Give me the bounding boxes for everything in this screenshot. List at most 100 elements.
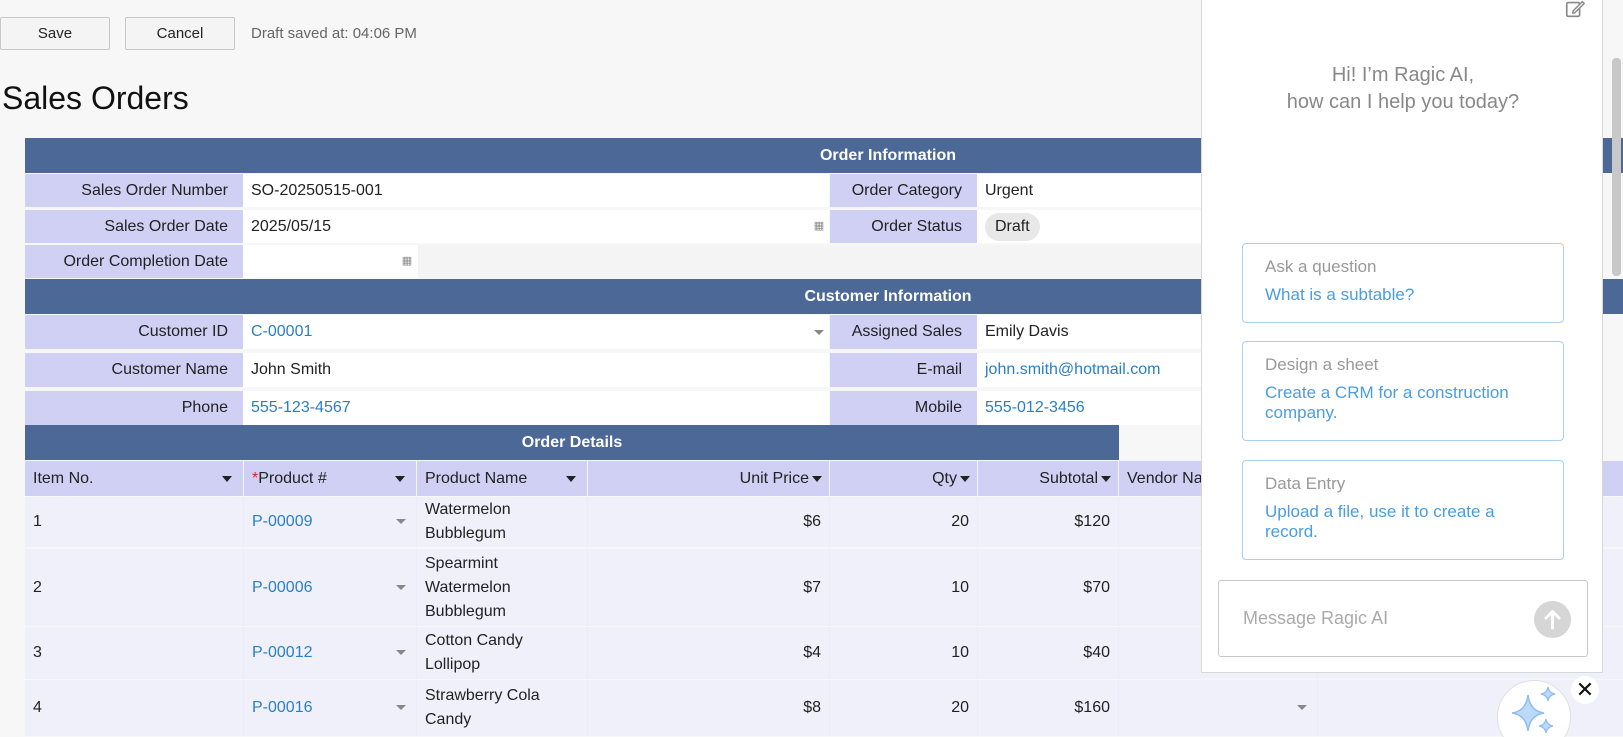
table-cell-subtotal[interactable]: $160 [978,680,1118,736]
sales-order-number-field[interactable]: SO-20250515-001 [243,174,829,207]
column-header-unit-price[interactable]: Unit Price [588,461,829,496]
scrollbar[interactable] [1612,58,1621,276]
section-title: Order Information [819,147,956,164]
chevron-down-icon[interactable] [396,705,406,710]
cell-text: 3 [33,644,42,661]
table-cell-qty[interactable]: 10 [830,549,977,626]
suggestion-card-ask-question[interactable]: Ask a question What is a subtable? [1242,243,1564,323]
email-link[interactable]: john.smith@hotmail.com [977,353,1201,387]
table-cell-subtotal[interactable]: $70 [978,549,1118,626]
close-ai-button[interactable]: ✕ [1571,676,1599,704]
table-cell-product-name[interactable]: Watermelon Bubblegum [417,497,587,547]
table-cell-subtotal[interactable]: $120 [978,497,1118,547]
sort-icon[interactable] [566,476,576,482]
card-text: Upload a file, use it to create a record… [1265,502,1495,541]
label-customer-name: Customer Name [25,353,243,387]
label-mobile: Mobile [830,391,977,425]
chevron-down-icon[interactable] [396,519,406,524]
draft-saved-status: Draft saved at: 04:06 PM [251,25,417,42]
calendar-icon[interactable]: ▦ [401,255,413,267]
assigned-sales-field[interactable]: Emily Davis [977,315,1201,349]
suggestion-card-data-entry[interactable]: Data Entry Upload a file, use it to crea… [1242,460,1564,560]
cell-text: $6 [803,513,821,530]
table-cell-product-name[interactable]: Cotton Candy Lollipop [417,627,587,679]
card-title: Design a sheet [1265,355,1379,374]
cell-text: Spearmint Watermelon Bubblegum [425,554,511,620]
section-header-order-details: Order Details [25,425,1119,460]
send-button[interactable] [1534,601,1571,638]
card-title: Data Entry [1265,474,1346,493]
table-cell-unit-price[interactable]: $4 [588,627,829,679]
customer-name-field[interactable]: John Smith [243,353,829,387]
page-title: Sales Orders [2,80,189,116]
column-title: Subtotal [1039,470,1098,487]
chevron-down-icon[interactable] [396,650,406,655]
suggestion-card-design-sheet[interactable]: Design a sheet Create a CRM for a constr… [1242,341,1564,441]
order-category-field[interactable]: Urgent [977,174,1201,207]
column-header-product-name[interactable]: Product Name [417,461,587,496]
table-cell-item-no[interactable]: 3 [25,627,243,679]
column-header-product-no[interactable]: *Product # [244,461,416,496]
column-header-item-no[interactable]: Item No. [25,461,243,496]
table-cell-product-no[interactable]: P-00009 [244,497,416,547]
cell-text: $7 [803,578,821,596]
cell-text: $160 [1074,699,1110,716]
table-cell-qty[interactable]: 10 [830,627,977,679]
cancel-button[interactable]: Cancel [125,17,235,50]
cell-text[interactable]: P-00012 [252,641,313,665]
table-cell-qty[interactable]: 20 [830,680,977,736]
phone-link[interactable]: 555-123-4567 [243,391,829,425]
cell-text: 1 [33,513,42,530]
save-button[interactable]: Save [0,17,110,50]
label-sales-order-number: Sales Order Number [25,174,243,207]
table-cell-vendor[interactable] [1119,680,1317,736]
ragic-ai-panel: Hi! I’m Ragic AI, how can I help you tod… [1201,0,1603,673]
cell-text: 20 [951,513,969,530]
table-cell-unit-price[interactable]: $6 [588,497,829,547]
table-cell-product-name[interactable]: Spearmint Watermelon Bubblegum [417,549,587,626]
cell-text[interactable]: P-00009 [252,510,313,534]
chevron-down-icon[interactable] [814,330,824,335]
customer-id-field[interactable]: C-00001 [243,315,829,349]
cell-text: 10 [951,578,969,596]
sort-icon[interactable] [395,476,405,482]
sales-order-date-field[interactable]: 2025/05/15 ▦ [243,210,829,243]
table-cell-product-name[interactable]: Strawberry Cola Candy [417,680,587,736]
message-input[interactable]: Message Ragic AI [1218,580,1588,657]
order-status-field[interactable]: Draft [977,210,1201,243]
sort-icon[interactable] [1101,476,1111,482]
chevron-down-icon[interactable] [1297,705,1307,710]
column-header-qty[interactable]: Qty [830,461,977,496]
new-chat-icon[interactable] [1564,0,1586,20]
table-cell-item-no[interactable]: 4 [25,680,243,736]
table-cell-unit-price[interactable]: $8 [588,680,829,736]
sort-icon[interactable] [222,476,232,482]
cell-text: $4 [803,644,821,661]
table-cell-product-no[interactable]: P-00006 [244,549,416,626]
table-cell-product-no[interactable]: P-00012 [244,627,416,679]
label-order-category: Order Category [830,174,977,207]
sort-icon[interactable] [960,476,970,482]
table-cell-subtotal[interactable]: $40 [978,627,1118,679]
column-title: Item No. [33,470,94,487]
calendar-icon[interactable]: ▦ [813,220,825,232]
cell-text: 20 [951,699,969,716]
sort-icon[interactable] [812,476,822,482]
label-order-status: Order Status [830,210,977,243]
label-customer-id: Customer ID [25,315,243,349]
table-cell-unit-price[interactable]: $7 [588,549,829,626]
customer-id-link[interactable]: C-00001 [251,323,312,340]
table-cell-item-no[interactable]: 1 [25,497,243,547]
mobile-link[interactable]: 555-012-3456 [977,391,1201,425]
cell-text[interactable]: P-00006 [252,576,313,600]
column-header-subtotal[interactable]: Subtotal [978,461,1118,496]
order-completion-date-field[interactable]: ▦ [243,245,418,278]
label-email: E-mail [830,353,977,387]
table-cell-item-no[interactable]: 2 [25,549,243,626]
cell-text[interactable]: P-00016 [252,696,313,720]
table-cell-qty[interactable]: 20 [830,497,977,547]
table-cell-product-no[interactable]: P-00016 [244,680,416,736]
card-text: Create a CRM for a construction company. [1265,383,1509,422]
chevron-down-icon[interactable] [396,585,406,590]
cell-text: $120 [1074,513,1110,530]
